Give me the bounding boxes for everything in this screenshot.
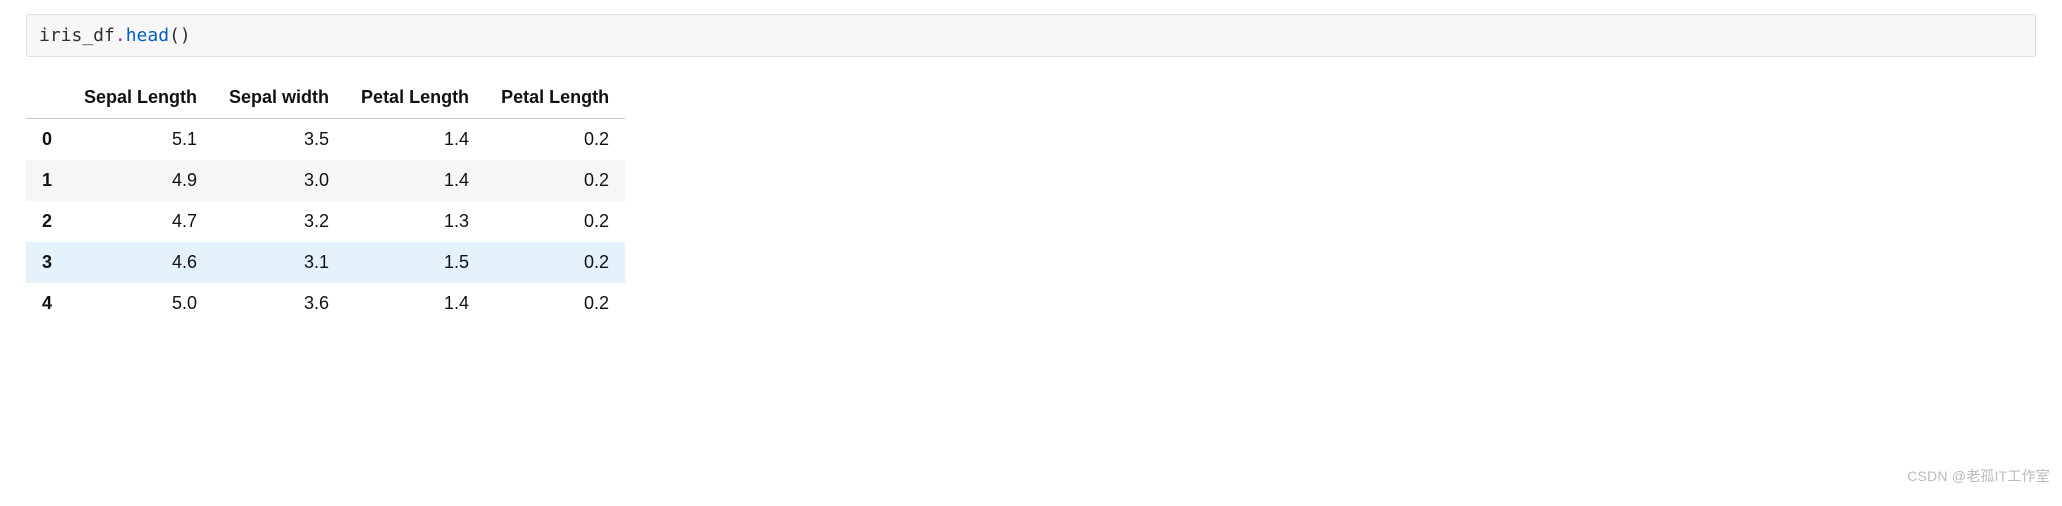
row-index: 1	[26, 160, 68, 201]
code-dot: .	[115, 25, 126, 46]
code-cell: iris_df.head()	[26, 14, 2036, 57]
code-ident: iris_df	[39, 25, 115, 46]
code-method: head	[126, 25, 169, 46]
dataframe-output: Sepal Length Sepal width Petal Length Pe…	[26, 77, 2036, 324]
code-close-paren: )	[180, 25, 191, 46]
col-header: Petal Length	[345, 77, 485, 119]
cell: 5.0	[68, 283, 213, 324]
cell: 0.2	[485, 242, 625, 283]
index-header	[26, 77, 68, 119]
dataframe-table: Sepal Length Sepal width Petal Length Pe…	[26, 77, 625, 324]
col-header: Petal Length	[485, 77, 625, 119]
row-index: 4	[26, 283, 68, 324]
header-row: Sepal Length Sepal width Petal Length Pe…	[26, 77, 625, 119]
cell: 0.2	[485, 119, 625, 161]
table-row: 14.93.01.40.2	[26, 160, 625, 201]
cell: 1.4	[345, 160, 485, 201]
table-row: 24.73.21.30.2	[26, 201, 625, 242]
cell: 4.6	[68, 242, 213, 283]
cell: 1.4	[345, 283, 485, 324]
cell: 1.3	[345, 201, 485, 242]
cell: 3.6	[213, 283, 345, 324]
cell: 4.7	[68, 201, 213, 242]
table-row: 34.63.11.50.2	[26, 242, 625, 283]
code-open-paren: (	[169, 25, 180, 46]
cell: 1.4	[345, 119, 485, 161]
cell: 4.9	[68, 160, 213, 201]
row-index: 0	[26, 119, 68, 161]
cell: 3.0	[213, 160, 345, 201]
cell: 3.5	[213, 119, 345, 161]
cell: 3.1	[213, 242, 345, 283]
table-row: 05.13.51.40.2	[26, 119, 625, 161]
cell: 5.1	[68, 119, 213, 161]
cell: 0.2	[485, 160, 625, 201]
col-header: Sepal width	[213, 77, 345, 119]
cell: 0.2	[485, 283, 625, 324]
row-index: 2	[26, 201, 68, 242]
col-header: Sepal Length	[68, 77, 213, 119]
table-row: 45.03.61.40.2	[26, 283, 625, 324]
cell: 3.2	[213, 201, 345, 242]
watermark-text: CSDN @老孤IT工作室	[1907, 466, 2050, 486]
row-index: 3	[26, 242, 68, 283]
cell: 1.5	[345, 242, 485, 283]
cell: 0.2	[485, 201, 625, 242]
